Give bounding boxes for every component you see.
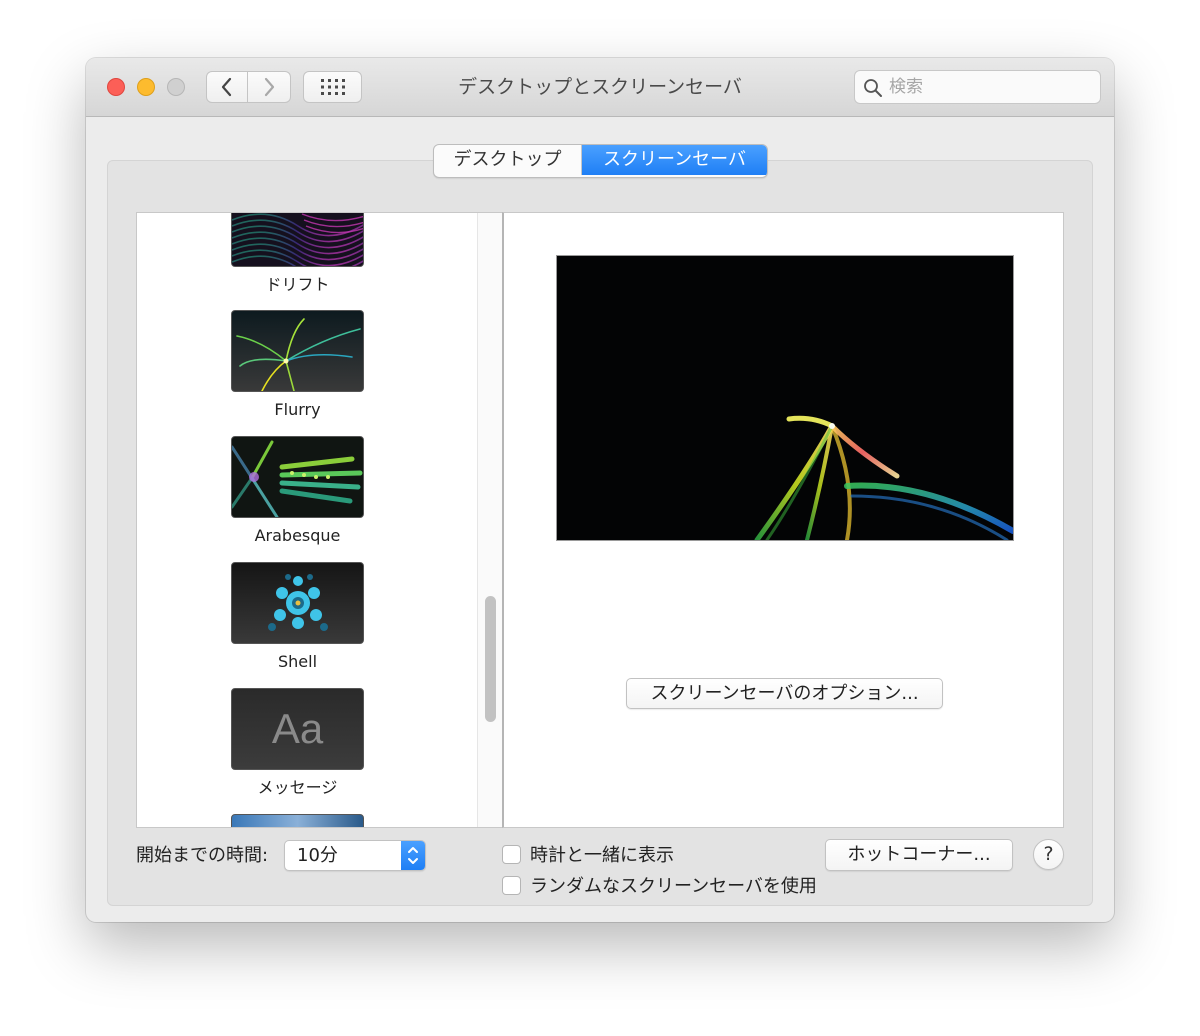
back-button[interactable] <box>206 71 248 103</box>
search-field[interactable] <box>854 70 1101 104</box>
start-after-value: 10分 <box>297 845 338 866</box>
window-title: デスクトップとスクリーンセーバ <box>458 76 742 98</box>
scrollbar-thumb[interactable] <box>485 596 496 722</box>
chevron-left-icon <box>221 77 232 97</box>
forward-button[interactable] <box>248 71 291 103</box>
grid-icon <box>320 79 345 95</box>
screensaver-item-drift[interactable]: ドリフト <box>231 213 364 295</box>
screensaver-options-button[interactable]: スクリーンセーバのオプション... <box>626 678 943 709</box>
screensaver-item-shell[interactable]: Shell <box>231 562 364 672</box>
screensaver-label: Arabesque <box>254 526 341 545</box>
chevron-right-icon <box>264 77 275 97</box>
show-with-clock-checkbox[interactable] <box>502 844 521 864</box>
updown-chevron-icon <box>408 847 418 864</box>
message-glyph: Aa <box>271 705 324 752</box>
flurry-thumbnail <box>231 310 364 392</box>
system-preferences-window: デスクトップとスクリーンセーバ デスクトップ スクリーンセーバ <box>86 58 1114 922</box>
random-screensaver-checkbox[interactable] <box>502 875 521 895</box>
tab-control: デスクトップ スクリーンセーバ <box>433 144 768 178</box>
screensaver-item-partial[interactable] <box>231 814 364 827</box>
screensaver-item-message[interactable]: Aa メッセージ <box>231 688 364 798</box>
arabesque-thumbnail <box>231 436 364 518</box>
message-thumbnail: Aa <box>231 688 364 770</box>
shell-thumbnail <box>231 562 364 644</box>
screensaver-item-arabesque[interactable]: Arabesque <box>231 436 364 546</box>
screensaver-label: ドリフト <box>265 275 330 294</box>
start-after-label: 開始までの時間: <box>136 845 269 866</box>
show-with-clock-option[interactable]: 時計と一緒に表示 <box>502 842 674 866</box>
screensaver-label: Flurry <box>274 400 321 419</box>
screensaver-label: Shell <box>277 652 318 671</box>
search-input[interactable] <box>889 75 1089 99</box>
close-window-button[interactable] <box>107 78 125 96</box>
start-after-select[interactable]: 10分 <box>284 840 426 871</box>
screensaver-list[interactable]: ドリフト Flurry Arabesque Shell Aa メッセージ <box>136 212 503 828</box>
hot-corners-button[interactable]: ホットコーナー... <box>825 839 1013 871</box>
next-screensaver-thumbnail <box>231 814 364 827</box>
screensaver-label: メッセージ <box>257 778 338 797</box>
screensaver-item-flurry[interactable]: Flurry <box>231 310 364 420</box>
list-scrollbar[interactable] <box>477 213 502 827</box>
title-bar: デスクトップとスクリーンセーバ <box>86 58 1114 117</box>
tab-desktop[interactable]: デスクトップ <box>434 145 582 175</box>
random-screensaver-option[interactable]: ランダムなスクリーンセーバを使用 <box>502 873 817 897</box>
search-icon <box>864 79 882 97</box>
select-stepper[interactable] <box>401 841 425 870</box>
show-all-button[interactable] <box>303 71 362 103</box>
minimize-window-button[interactable] <box>137 78 155 96</box>
zoom-window-button <box>167 78 185 96</box>
random-screensaver-label: ランダムなスクリーンセーバを使用 <box>530 876 817 897</box>
help-button[interactable]: ? <box>1033 839 1064 870</box>
drift-thumbnail <box>231 213 364 267</box>
show-with-clock-label: 時計と一緒に表示 <box>530 845 674 866</box>
preview-panel: スクリーンセーバのオプション... <box>502 212 1064 828</box>
tab-screensaver[interactable]: スクリーンセーバ <box>582 145 767 175</box>
screensaver-preview <box>556 255 1014 541</box>
